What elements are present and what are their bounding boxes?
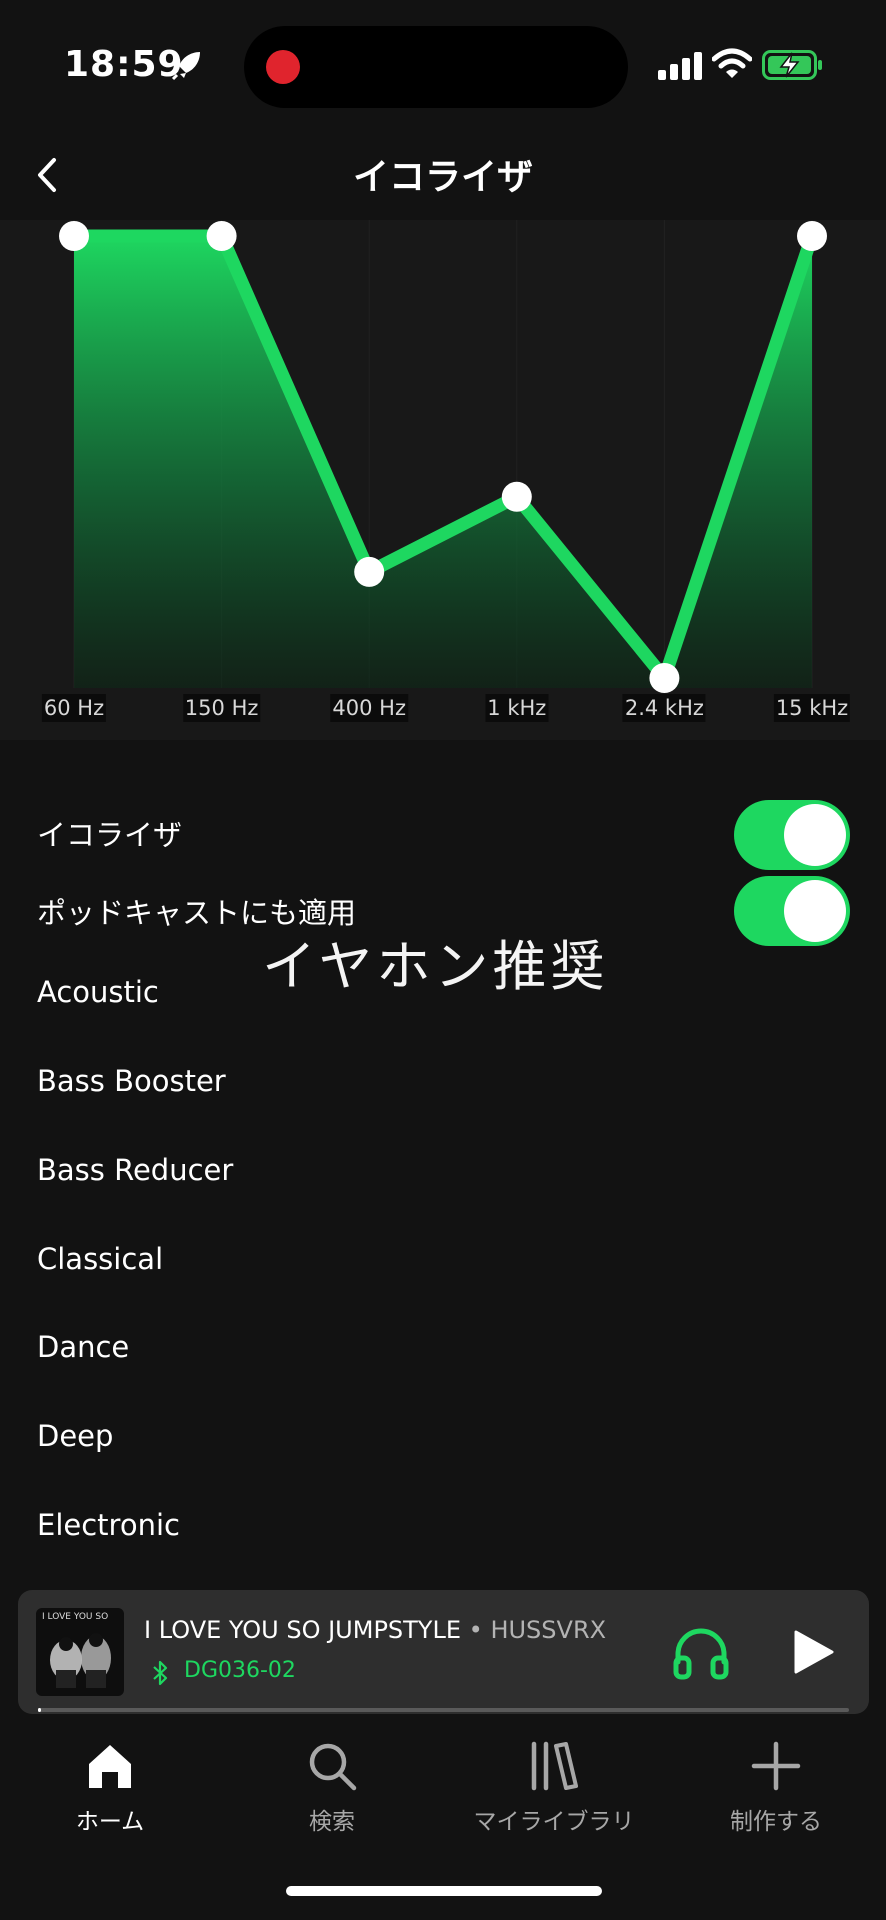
home-icon — [89, 1745, 131, 1788]
track-separator: • — [461, 1616, 491, 1644]
connected-device-name[interactable]: DG036-02 — [184, 1658, 296, 1683]
page-title: イコライザ — [352, 157, 533, 198]
preset-item[interactable]: Classical — [37, 1242, 163, 1276]
eq-band-handle[interactable] — [206, 221, 237, 251]
album-art[interactable]: I LOVE YOU SO — [36, 1608, 124, 1696]
equalizer-fill — [74, 236, 812, 688]
battery-charging-icon — [762, 50, 822, 80]
cellular-signal-icon — [658, 52, 702, 80]
track-artist: HUSSVRX — [490, 1616, 607, 1644]
search-icon — [309, 1743, 357, 1791]
nav-create-label: 制作する — [730, 1809, 822, 1835]
equalizer-toggle-label: イコライザ — [37, 818, 183, 852]
eq-frequency-label: 60 Hz — [41, 694, 107, 722]
equalizer-chart[interactable]: 60 Hz 150 Hz 400 Hz 1 kHz 2.4 kHz 15 kHz — [0, 220, 886, 740]
album-art-text: I LOVE YOU SO — [42, 1612, 109, 1622]
eq-frequency-label: 2.4 kHz — [622, 694, 706, 722]
preset-item[interactable]: Deep — [37, 1419, 113, 1453]
playback-progress-bar[interactable] — [38, 1708, 849, 1712]
eq-band-handle[interactable] — [501, 481, 532, 512]
nav-library-label: マイライブラリ — [473, 1809, 635, 1835]
rocket-icon — [171, 52, 200, 81]
eq-band-handle[interactable] — [59, 221, 89, 251]
library-icon — [531, 1741, 578, 1791]
eq-frequency-label: 1 kHz — [485, 694, 549, 722]
nav-create[interactable]: 制作する — [666, 1740, 886, 1836]
toggle-knob — [784, 880, 846, 942]
preset-item[interactable]: Bass Reducer — [37, 1153, 233, 1187]
status-time: 18:59 — [64, 44, 184, 85]
overlay-caption: イヤホン推奨 — [262, 935, 609, 998]
nav-library[interactable]: マイライブラリ — [444, 1740, 664, 1836]
preset-item[interactable]: Bass Booster — [37, 1064, 226, 1098]
recording-indicator-icon — [266, 50, 300, 84]
plus-icon — [751, 1741, 801, 1791]
equalizer-graph[interactable] — [0, 220, 886, 740]
home-indicator[interactable] — [286, 1886, 602, 1896]
play-button[interactable] — [788, 1628, 836, 1676]
status-bar: 18:59 — [0, 0, 886, 130]
eq-frequency-label: 400 Hz — [330, 694, 408, 722]
eq-band-handle[interactable] — [797, 221, 827, 251]
wifi-icon — [712, 48, 752, 78]
preset-item[interactable]: Acoustic — [37, 975, 159, 1009]
podcast-toggle[interactable] — [734, 876, 850, 946]
eq-frequency-label: 150 Hz — [182, 694, 261, 722]
bluetooth-icon — [153, 1660, 168, 1686]
mini-player[interactable]: I LOVE YOU SO I LOVE YOU SO JUMPSTYLE • … — [18, 1590, 869, 1714]
toggle-knob — [784, 804, 846, 866]
header: イコライザ — [0, 130, 886, 220]
equalizer-toggle[interactable] — [734, 800, 850, 870]
playback-progress-fill — [38, 1708, 42, 1712]
nav-search-label: 検索 — [309, 1809, 355, 1835]
eq-band-handle[interactable] — [354, 556, 385, 587]
nav-home[interactable]: ホーム — [0, 1740, 220, 1836]
preset-item[interactable]: Electronic — [37, 1508, 180, 1542]
nav-search[interactable]: 検索 — [222, 1740, 442, 1836]
eq-frequency-label: 15 kHz — [773, 694, 851, 722]
track-info: I LOVE YOU SO JUMPSTYLE • HUSSVRX — [144, 1616, 606, 1644]
eq-band-handle[interactable] — [649, 663, 680, 693]
headphones-icon[interactable] — [672, 1626, 730, 1680]
track-title: I LOVE YOU SO JUMPSTYLE — [144, 1616, 462, 1644]
nav-home-label: ホーム — [75, 1809, 145, 1835]
preset-item[interactable]: Dance — [37, 1330, 129, 1364]
dynamic-island — [244, 26, 628, 108]
